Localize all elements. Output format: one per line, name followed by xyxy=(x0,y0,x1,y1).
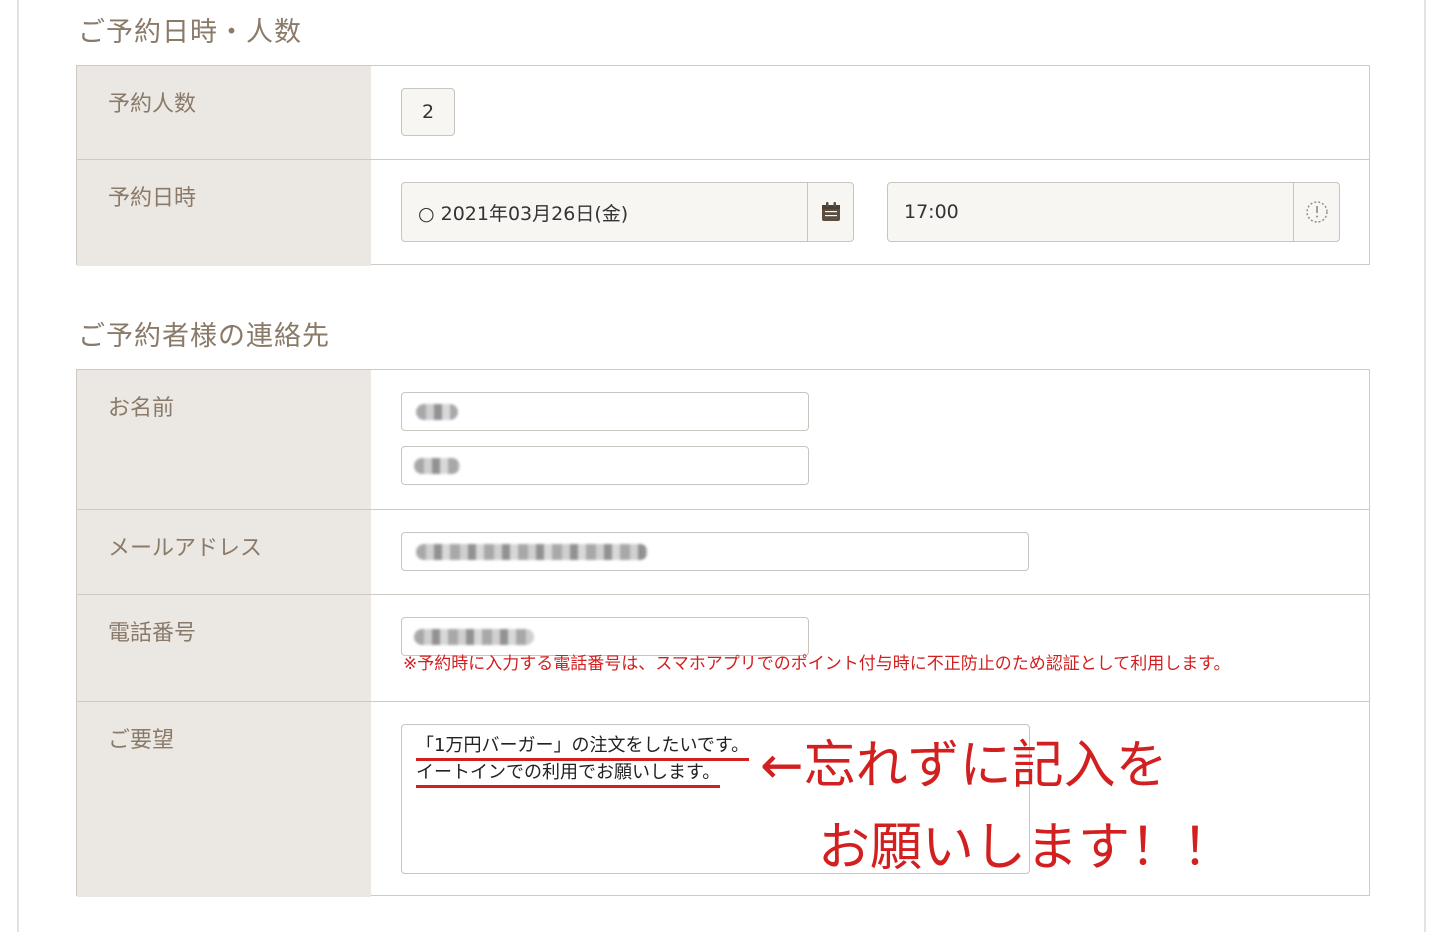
request-line-1: 「1万円バーガー」の注文をしたいです。 xyxy=(416,735,750,761)
phone-note: ※予約時に入力する電話番号は、スマホアプリでのポイント付与時に不正防止のため認証… xyxy=(403,654,1231,674)
date-input[interactable]: ○ 2021年03月26日(金) xyxy=(401,182,854,242)
clock-icon xyxy=(1305,201,1328,223)
request-line-2: イートインでの利用でお願いします。 xyxy=(416,762,721,788)
redacted-value xyxy=(416,403,458,420)
row-name: お名前 xyxy=(77,370,1369,509)
calendar-icon xyxy=(821,202,840,221)
request-label: ご要望 xyxy=(108,728,175,753)
redacted-value xyxy=(414,457,460,474)
page-frame-left xyxy=(17,0,19,932)
reservation-table: 予約人数 2 予約日時 ○ 2021年03月26日(金) 17:00 xyxy=(76,65,1370,266)
people-value: 2 xyxy=(421,101,435,123)
calendar-button[interactable] xyxy=(807,183,853,241)
annotation-line-2: お願いします！！ xyxy=(818,818,1235,878)
email-input[interactable] xyxy=(401,532,1029,571)
section-title-contact: ご予約者様の連絡先 xyxy=(78,321,330,352)
annotation-line-1: ←忘れずに記入を xyxy=(760,736,1168,796)
clock-button[interactable] xyxy=(1293,183,1339,241)
label-cell: メールアドレス xyxy=(77,510,371,595)
row-datetime: 予約日時 ○ 2021年03月26日(金) 17:00 xyxy=(77,159,1369,266)
datetime-label: 予約日時 xyxy=(108,186,197,211)
phone-label: 電話番号 xyxy=(108,621,197,646)
email-label: メールアドレス xyxy=(108,536,263,561)
label-cell: お名前 xyxy=(77,370,371,509)
label-cell: 予約日時 xyxy=(77,160,371,266)
label-cell: ご要望 xyxy=(77,702,371,897)
people-label: 予約人数 xyxy=(108,92,197,117)
row-people: 予約人数 2 xyxy=(77,66,1369,159)
date-value: ○ 2021年03月26日(金) xyxy=(418,202,629,225)
page-frame-right xyxy=(1424,0,1426,932)
redacted-value xyxy=(414,628,534,645)
row-email: メールアドレス xyxy=(77,509,1369,595)
time-value: 17:00 xyxy=(904,201,959,223)
name-label: お名前 xyxy=(108,396,175,421)
contact-table: お名前 メールアドレス 電話番号 ※予約時に入力する電話番号は、スマホアプリでの… xyxy=(76,369,1370,897)
row-phone: 電話番号 ※予約時に入力する電話番号は、スマホアプリでのポイント付与時に不正防止… xyxy=(77,594,1369,702)
section-title-reservation: ご予約日時・人数 xyxy=(78,17,302,48)
label-cell: 予約人数 xyxy=(77,66,371,159)
people-select[interactable]: 2 xyxy=(401,88,455,136)
last-name-input[interactable] xyxy=(401,392,809,431)
redacted-value xyxy=(416,543,648,560)
time-input[interactable]: 17:00 xyxy=(887,182,1340,242)
first-name-input[interactable] xyxy=(401,446,809,485)
label-cell: 電話番号 xyxy=(77,595,371,702)
